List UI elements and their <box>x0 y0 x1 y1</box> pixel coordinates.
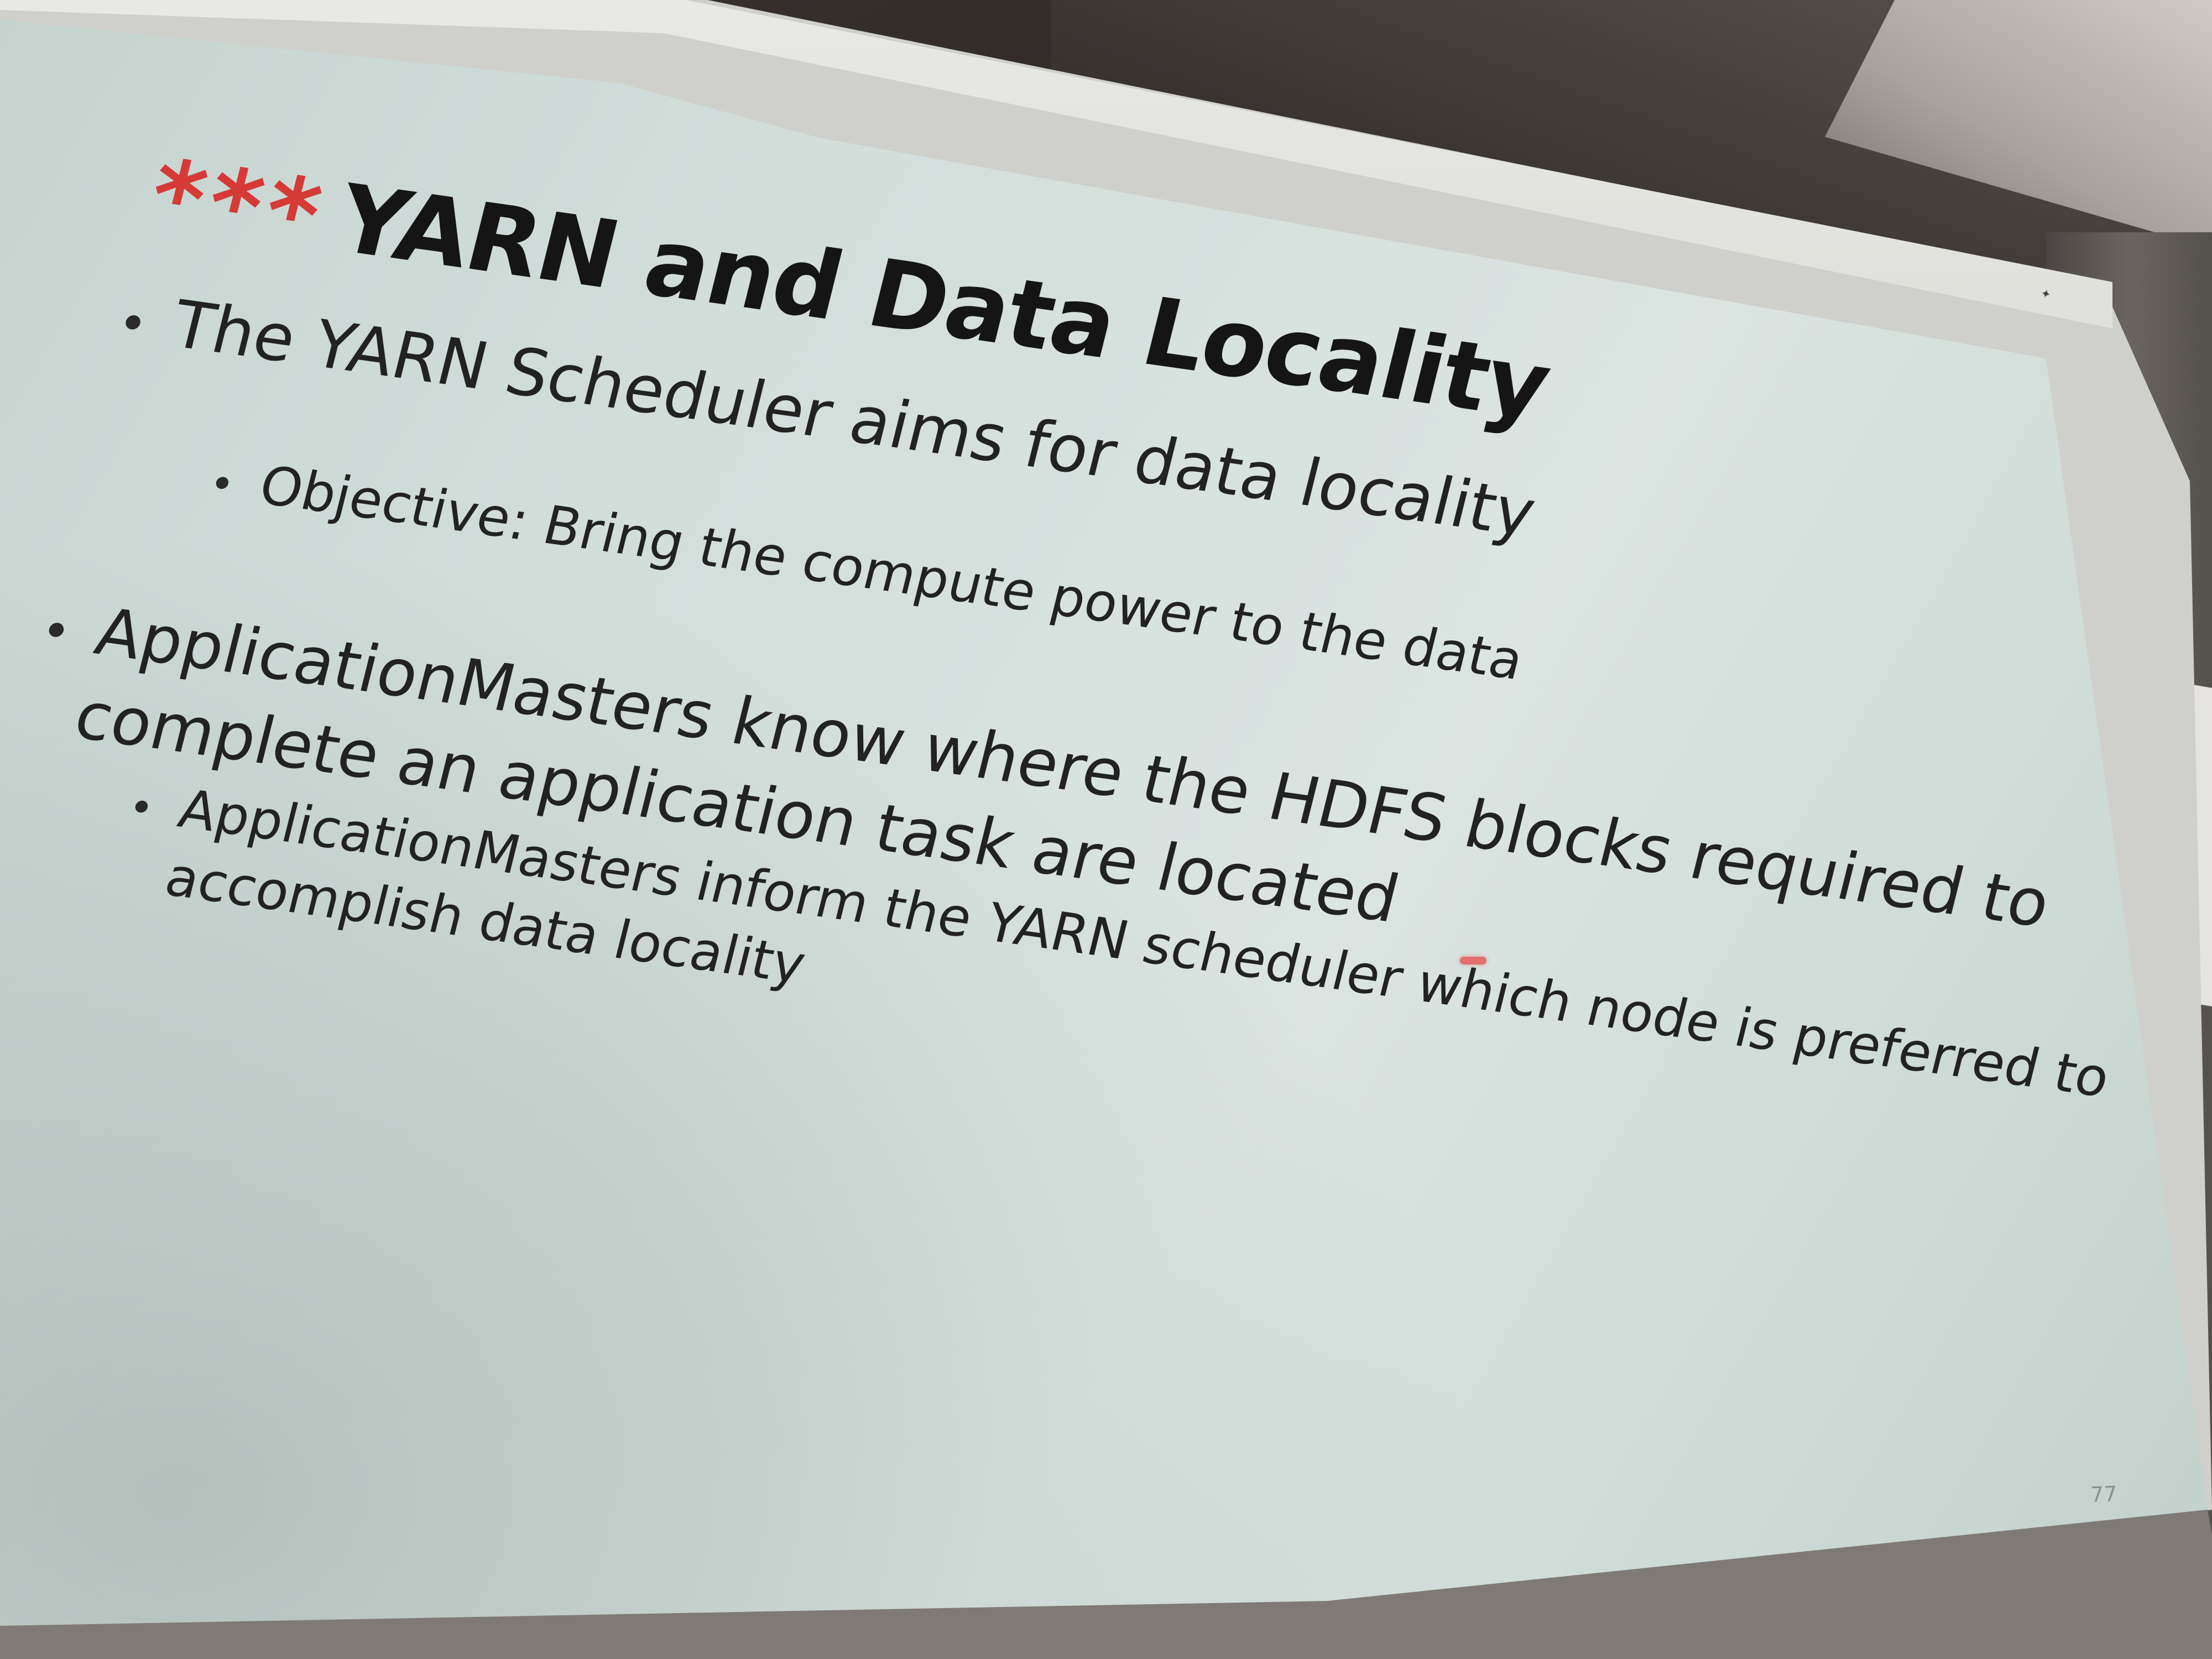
title-stars: *** <box>138 138 337 275</box>
sub-bullet-dot-icon <box>215 476 230 490</box>
bullet-dot-icon <box>47 622 65 638</box>
slide-page-number: 77 <box>2090 1481 2118 1507</box>
laser-pointer-dot <box>1460 957 1486 964</box>
sub-bullet-dot-icon <box>134 799 149 813</box>
bullet-dot-icon <box>124 314 142 331</box>
